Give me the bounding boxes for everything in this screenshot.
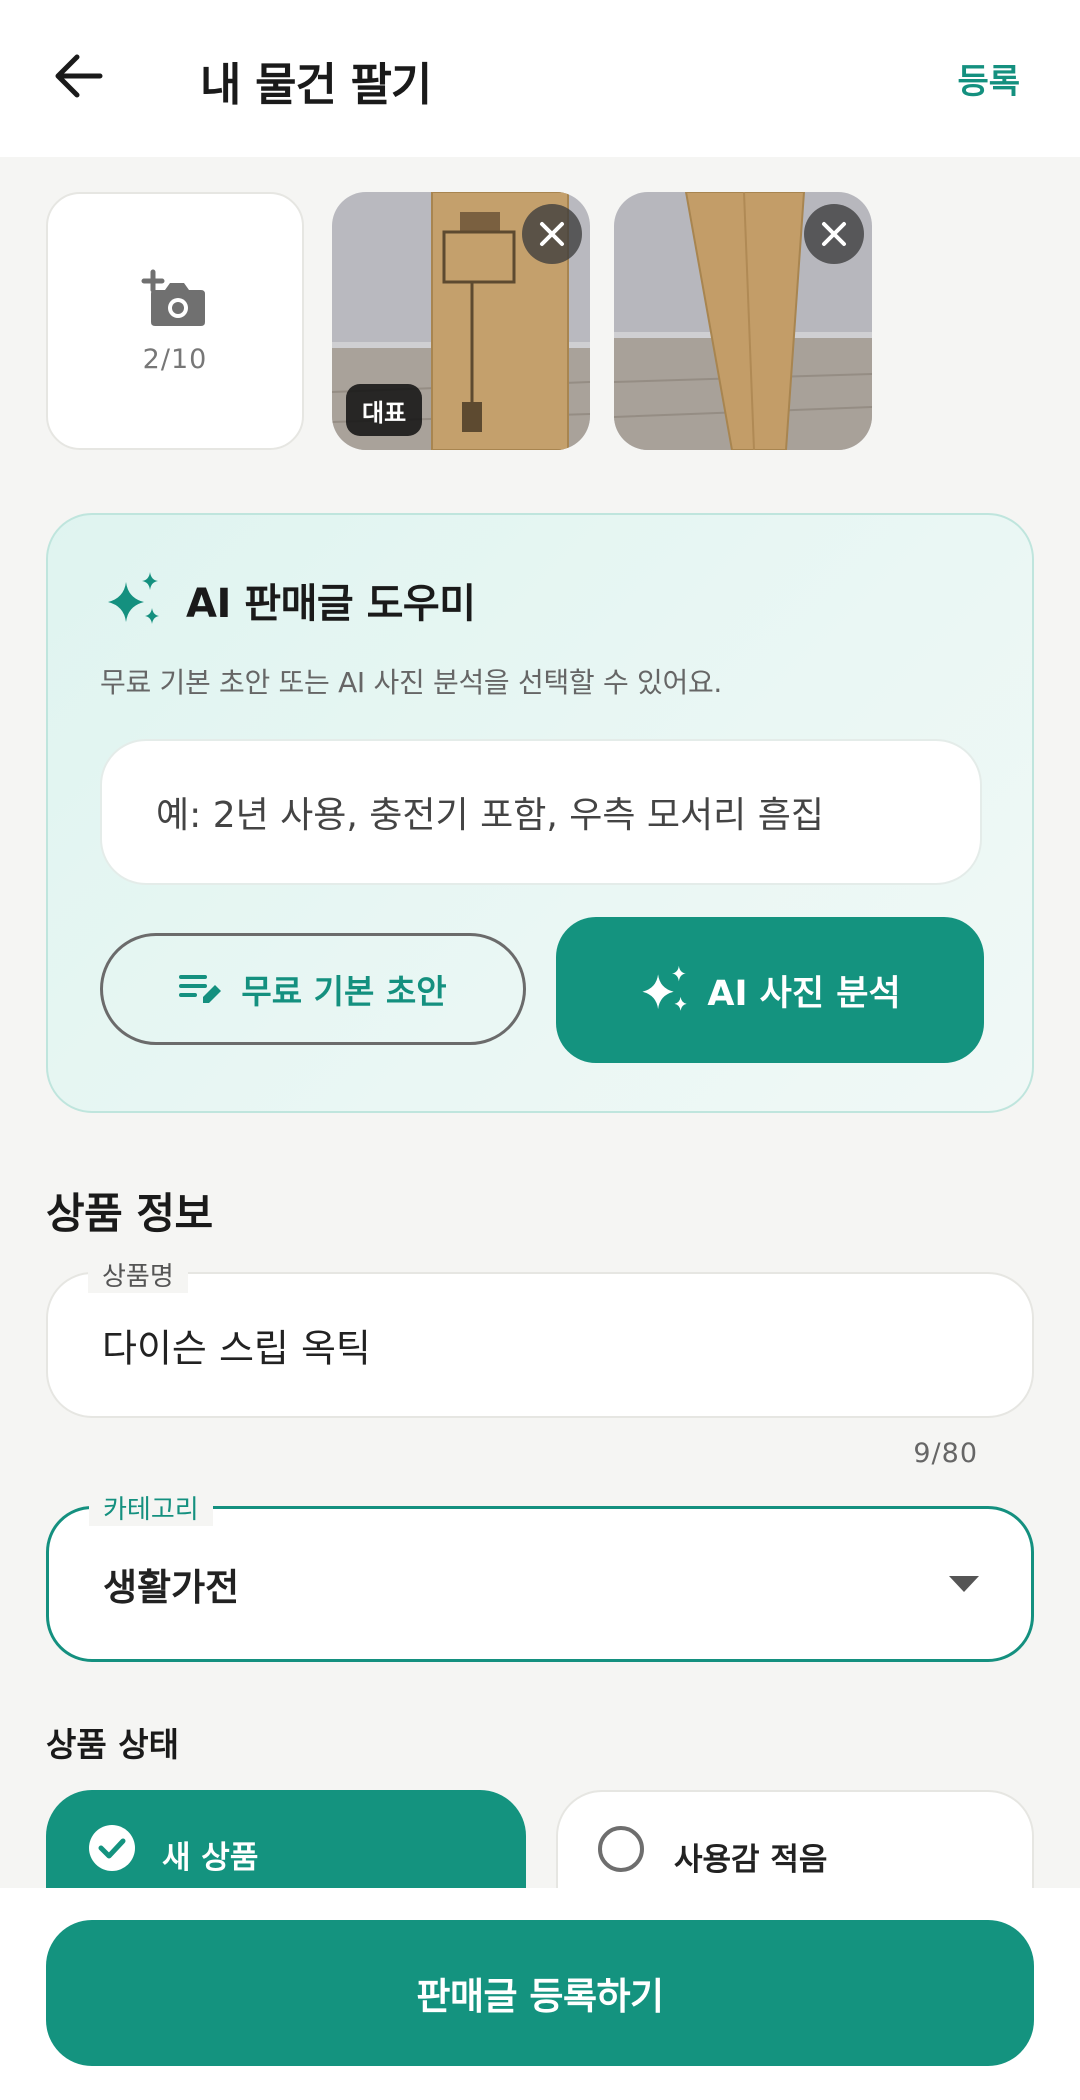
condition-option-label: 사용감 적음 (674, 1842, 828, 1878)
product-name-char-count: 9/80 (913, 1438, 978, 1469)
edit-lines-icon (179, 975, 222, 1003)
app-header: 내 물건 팔기 등록 (0, 0, 1080, 157)
back-button[interactable] (46, 44, 110, 108)
arrow-left-icon (55, 54, 103, 98)
remove-photo-button[interactable] (804, 204, 864, 264)
product-name-field[interactable]: 상품명 다이슨 스립 옥틱 (46, 1256, 1034, 1418)
product-info-title: 상품 정보 (46, 1189, 213, 1238)
sparkle-icon (108, 572, 159, 624)
close-icon (540, 222, 564, 246)
free-draft-button[interactable]: 무료 기본 초안 (100, 933, 526, 1045)
product-photo[interactable]: 대표 (332, 192, 590, 450)
free-draft-label: 무료 기본 초안 (241, 972, 447, 1011)
ai-helper-card: AI 판매글 도우미 무료 기본 초안 또는 AI 사진 분석을 선택할 수 있… (46, 513, 1034, 1113)
register-button[interactable]: 등록 (957, 54, 1020, 103)
ai-helper-description: 무료 기본 초안 또는 AI 사진 분석을 선택할 수 있어요. (100, 666, 723, 699)
add-photo-button[interactable]: 2/10 (46, 192, 304, 450)
page-title: 내 물건 팔기 (200, 58, 432, 111)
ai-helper-title: AI 판매글 도우미 (186, 581, 476, 627)
dropdown-arrow-icon (949, 1576, 979, 1592)
product-name-label: 상품명 (88, 1256, 188, 1293)
category-label: 카테고리 (89, 1489, 213, 1526)
ai-photo-analysis-button[interactable]: AI 사진 분석 (556, 917, 984, 1063)
submit-listing-button[interactable]: 판매글 등록하기 (46, 1920, 1034, 2066)
sparkle-icon (642, 965, 688, 1011)
radio-icon (598, 1826, 644, 1872)
photo-count: 2/10 (142, 343, 208, 375)
category-select[interactable]: 카테고리 생활가전 (46, 1489, 1034, 1662)
remove-photo-button[interactable] (522, 204, 582, 264)
ai-photo-analysis-label: AI 사진 분석 (707, 973, 901, 1014)
ai-notes-input[interactable]: 예: 2년 사용, 충전기 포함, 우측 모서리 흠집 (100, 739, 982, 885)
main-photo-badge: 대표 (346, 384, 423, 436)
close-icon (822, 222, 846, 246)
bottom-action-bar: 판매글 등록하기 (0, 1888, 1080, 2100)
product-photo[interactable] (614, 192, 872, 450)
condition-option-label: 새 상품 (162, 1840, 259, 1876)
product-name-value: 다이슨 스립 옥틱 (102, 1326, 371, 1371)
category-value: 생활가전 (103, 1566, 240, 1609)
ai-helper-header: AI 판매글 도우미 (104, 570, 476, 630)
camera-plus-icon (141, 269, 205, 326)
condition-title: 상품 상태 (46, 1725, 179, 1764)
check-circle-icon (89, 1825, 135, 1871)
